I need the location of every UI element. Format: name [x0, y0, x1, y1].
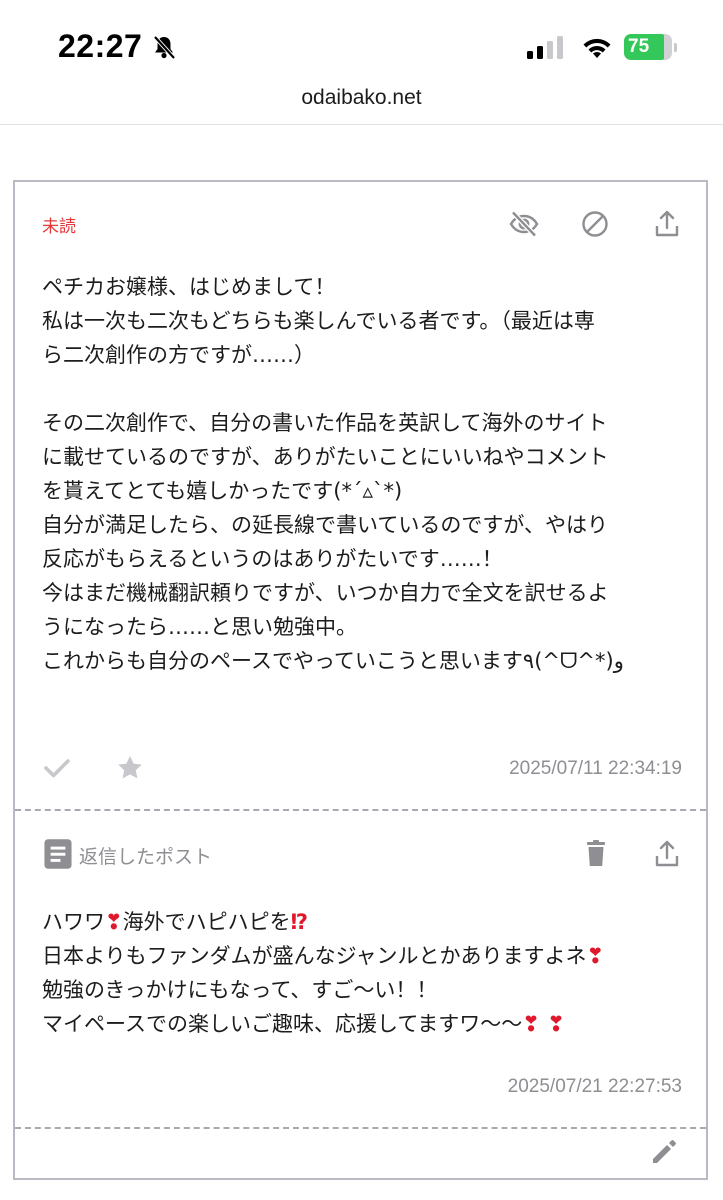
heart-exclamation-icon: ❣ [586, 944, 605, 968]
exclamation-question-icon: ⁉ [290, 910, 309, 934]
message-line: 私は一次も二次もどちらも楽しんでいる者です。（最近は専 [42, 309, 595, 333]
share-icon [655, 210, 679, 237]
reply-message: ハワワ❣海外でハピハピを⁉ 日本よりもファンダムが盛んなジャンルとかありますよネ❣… [42, 905, 697, 1041]
question-message: ペチカお嬢様、はじめまして！ 私は一次も二次もどちらも楽しんでいる者です。（最近は… [42, 270, 692, 678]
check-icon [44, 759, 70, 778]
battery-charging-icon: 75 [624, 34, 677, 62]
message-line: うになったら……と思い勉強中。 [42, 615, 357, 639]
divider [15, 809, 706, 811]
message-line: これからも自分のペースでやっていこうと思います٩(^ᗜ^*)و [42, 649, 624, 673]
clock: 22:27 [58, 28, 143, 64]
mark-read-button[interactable] [41, 752, 73, 784]
wifi-icon [581, 34, 613, 60]
message-line [42, 372, 692, 406]
battery-level: 75 [624, 34, 668, 60]
cellular-signal-icon [527, 36, 567, 60]
message-line: 今はまだ機械翻訳頼りですが、いつか自力で全文を訳せるよ [42, 581, 609, 605]
eye-slash-icon [509, 210, 539, 238]
reply-text: ハワワ [42, 910, 105, 934]
reply-line: 日本よりもファンダムが盛んなジャンルとかありますよネ❣ [42, 939, 697, 973]
divider [15, 1127, 706, 1129]
unread-status-label: 未読 [42, 217, 76, 237]
reply-text: 海外でハピハピを [122, 910, 291, 934]
message-line: 反応がもらえるというのはありがたいです……！ [42, 547, 503, 571]
share-button[interactable] [651, 208, 683, 240]
battery-empty-portion [664, 34, 672, 60]
favorite-button[interactable] [114, 752, 146, 784]
reply-line: 勉強のきっかけにもなって、すご〜い！！ [42, 978, 438, 1002]
reply-line: マイペースでの楽しいご趣味、応援してますワ〜〜❣ ❣ [42, 1007, 697, 1041]
star-icon [118, 756, 142, 779]
question-card: 未読 ペチカお嬢様、はじめまして！ 私は一次も二次もどちらも楽しんでいる者です。（… [13, 180, 708, 1180]
reply-text: 日本よりもファンダムが盛んなジャンルとかありますよネ [42, 944, 587, 968]
status-bar: 22:27 75 [0, 0, 723, 80]
message-line: 自分が満足したら、の延長線で書いているのですが、やはり [42, 513, 608, 537]
reply-line: ハワワ❣海外でハピハピを⁉ [42, 905, 697, 939]
reply-label: 返信したポスト [79, 846, 213, 868]
block-icon [582, 211, 608, 237]
block-button[interactable] [579, 208, 611, 240]
heart-exclamation-icon: ❣ [105, 910, 123, 934]
message-line: その二次創作で、自分の書いた作品を英訳して海外のサイト [42, 411, 608, 435]
message-line: を貰えてとても嬉しかったです(*´▵`*) [42, 479, 403, 503]
delete-button[interactable] [580, 838, 612, 870]
hide-button[interactable] [508, 208, 540, 240]
message-line: に載せているのですが、ありがたいことにいいねやコメント [42, 445, 609, 469]
battery-tip [674, 43, 677, 52]
reply-text: マイペースでの楽しいご趣味、応援してますワ〜〜 [42, 1012, 523, 1036]
share-icon [655, 840, 679, 867]
message-line: ら二次創作の方ですが……） [42, 343, 315, 367]
trash-icon [587, 840, 605, 866]
message-line: ペチカお嬢様、はじめまして！ [42, 275, 336, 299]
pencil-icon [653, 1140, 676, 1163]
document-icon [42, 838, 72, 869]
url-bar[interactable]: odaibako.net [0, 86, 723, 110]
heart-exclamation-icon: ❣ ❣ [522, 1012, 565, 1036]
reply-timestamp: 2025/07/21 22:27:53 [507, 1076, 682, 1097]
message-timestamp: 2025/07/11 22:34:19 [509, 758, 682, 779]
reply-share-button[interactable] [651, 838, 683, 870]
url-bar-divider [0, 124, 723, 125]
bell-slash-icon [150, 33, 178, 61]
edit-button[interactable] [647, 1137, 679, 1169]
